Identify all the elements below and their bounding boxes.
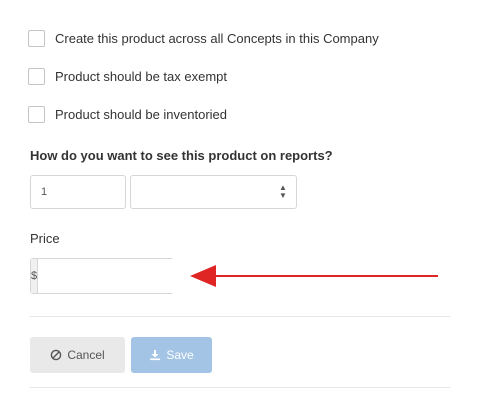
create-across-concepts-checkbox[interactable] bbox=[28, 30, 45, 47]
save-label: Save bbox=[166, 348, 194, 362]
download-icon bbox=[150, 350, 161, 361]
divider bbox=[30, 316, 450, 317]
option-tax-exempt[interactable]: Product should be tax exempt bbox=[28, 68, 227, 85]
save-button[interactable]: Save bbox=[131, 337, 212, 373]
annotation-arrow-icon bbox=[190, 265, 438, 287]
currency-addon: $ bbox=[31, 259, 39, 293]
divider bbox=[30, 387, 450, 388]
report-quantity-input[interactable] bbox=[30, 175, 126, 209]
sort-caret-icon: ▲ ▼ bbox=[279, 183, 287, 200]
cancel-button[interactable]: Cancel bbox=[30, 337, 125, 373]
price-label: Price bbox=[30, 231, 60, 246]
option-inventoried[interactable]: Product should be inventoried bbox=[28, 106, 227, 123]
tax-exempt-label: Product should be tax exempt bbox=[55, 69, 227, 84]
create-across-concepts-label: Create this product across all Concepts … bbox=[55, 31, 379, 46]
price-input-group: $ bbox=[30, 258, 232, 294]
inventoried-label: Product should be inventoried bbox=[55, 107, 228, 122]
inventoried-checkbox[interactable] bbox=[28, 106, 45, 123]
option-create-across-concepts[interactable]: Create this product across all Concepts … bbox=[28, 30, 379, 47]
cancel-label: Cancel bbox=[67, 348, 105, 362]
ban-icon bbox=[51, 349, 62, 361]
report-unit-select[interactable]: ▲ ▼ bbox=[130, 175, 297, 209]
tax-exempt-checkbox[interactable] bbox=[28, 68, 45, 85]
reports-question-label: How do you want to see this product on r… bbox=[30, 148, 333, 163]
